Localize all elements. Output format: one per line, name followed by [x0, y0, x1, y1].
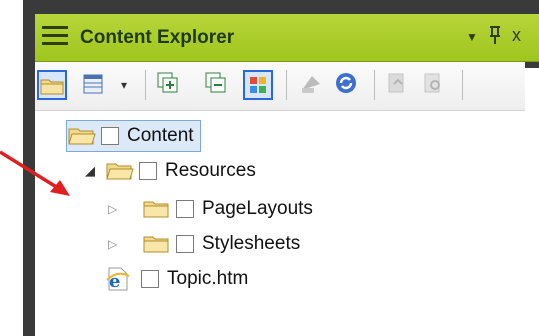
window-frame-top — [23, 0, 539, 14]
dropdown-arrow-icon[interactable]: ▼ — [466, 30, 478, 44]
toolbar-separator — [374, 70, 375, 100]
tree-checkbox[interactable] — [141, 270, 159, 288]
tree-checkbox[interactable] — [176, 235, 194, 253]
tree-item-content[interactable]: Content — [66, 120, 201, 152]
check-out-icon — [424, 73, 440, 93]
grid-icon — [250, 77, 266, 93]
new-folder-button[interactable] — [155, 70, 185, 100]
tree-item-pagelayouts[interactable]: ▷ PageLayouts — [108, 194, 313, 224]
tree-item-resources[interactable]: ◢ Resources — [85, 156, 256, 186]
tree-item-topic[interactable]: e Topic.htm — [105, 264, 248, 294]
folder-open-icon — [106, 163, 134, 180]
toolbar-separator — [145, 70, 146, 100]
tree-item-label: Content — [127, 125, 194, 146]
new-folder-icon — [157, 72, 178, 93]
pin-icon[interactable] — [488, 25, 502, 50]
menu-icon[interactable] — [42, 26, 68, 48]
tree-item-stylesheets[interactable]: ▷ Stylesheets — [108, 229, 300, 259]
check-in-icon — [388, 73, 404, 93]
import-button[interactable] — [298, 70, 328, 100]
tree-checkbox[interactable] — [139, 162, 157, 180]
folder-open-icon — [68, 128, 96, 145]
tree-item-label: Stylesheets — [202, 233, 301, 254]
expand-triangle-icon[interactable]: ▷ — [108, 202, 142, 216]
grid-button[interactable] — [243, 70, 273, 100]
expand-triangle-icon[interactable]: ▷ — [108, 237, 142, 251]
tree-item-label: Resources — [165, 160, 256, 181]
refresh-icon — [336, 73, 356, 93]
tree-checkbox[interactable] — [101, 127, 119, 145]
view-menu-button[interactable] — [80, 70, 110, 100]
folder-toggle-icon — [40, 79, 64, 95]
view-menu-icon — [83, 74, 103, 94]
close-icon[interactable]: x — [512, 25, 521, 46]
folder-icon — [143, 236, 169, 253]
import-icon — [302, 76, 320, 93]
tree-item-label: Topic.htm — [167, 268, 249, 289]
tree-checkbox[interactable] — [176, 200, 194, 218]
ie-page-icon: e — [106, 267, 130, 292]
collapse-triangle-icon[interactable]: ◢ — [85, 163, 105, 179]
refresh-button[interactable] — [333, 70, 363, 100]
toolbar-separator — [462, 70, 463, 100]
check-out-button[interactable] — [420, 70, 450, 100]
dropdown-icon[interactable]: ▾ — [121, 78, 127, 92]
panel-title: Content Explorer — [80, 27, 235, 48]
collapse-icon — [205, 72, 226, 93]
folder-icon — [143, 201, 169, 218]
annotation-arrow-icon — [0, 150, 70, 196]
toolbar-separator — [286, 70, 287, 100]
tree-item-label: PageLayouts — [202, 198, 313, 219]
check-in-button[interactable] — [384, 70, 414, 100]
folder-toggle-button[interactable] — [37, 70, 67, 100]
collapse-button[interactable] — [203, 70, 233, 100]
